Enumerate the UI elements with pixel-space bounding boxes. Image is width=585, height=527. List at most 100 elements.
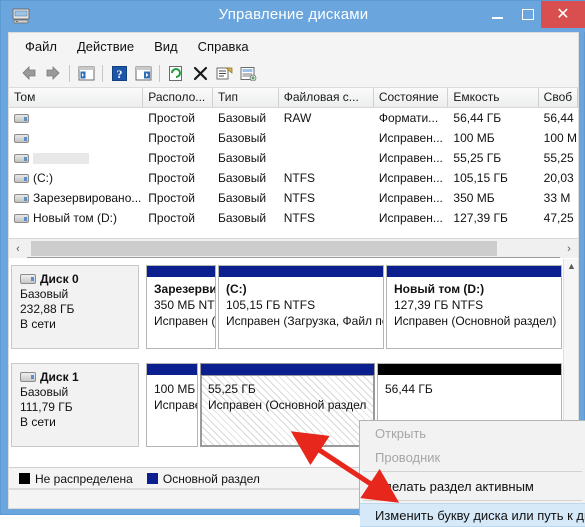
menu-help[interactable]: Справка: [188, 36, 259, 57]
menu-view[interactable]: Вид: [144, 36, 188, 57]
cell-status: Исправен...: [374, 211, 449, 225]
cell-type: Базовый: [213, 151, 279, 165]
table-row[interactable]: Зарезервировано... Простой Базовый NTFS …: [9, 188, 578, 208]
volume-icon: [14, 154, 29, 163]
back-icon[interactable]: [17, 62, 41, 84]
cell-filesystem: NTFS: [279, 171, 374, 185]
disk-label-0: Диск 0: [20, 272, 132, 286]
volume-icon: [14, 214, 29, 223]
volume-list-pane: Том Располо... Тип Файловая с... Состоян…: [9, 88, 578, 238]
partition-0-0[interactable]: Зарезервиро 350 МБ NTFS Исправен (С: [146, 265, 216, 349]
forward-icon[interactable]: [41, 62, 65, 84]
disk-info-0[interactable]: Диск 0 Базовый 232,88 ГБ В сети: [11, 265, 139, 349]
disk-icon: [20, 372, 36, 382]
delete-icon[interactable]: [188, 62, 212, 84]
cell-status: Исправен...: [374, 171, 449, 185]
cell-volume: Зарезервировано...: [33, 191, 141, 205]
volume-list-header: Том Располо... Тип Файловая с... Состоян…: [9, 88, 578, 108]
cell-layout: Простой: [143, 171, 213, 185]
column-header-capacity[interactable]: Емкость: [448, 88, 538, 107]
partition-size: 100 МБ: [154, 382, 191, 396]
partition-color-bar: [219, 266, 383, 277]
cell-capacity: 100 МБ: [448, 131, 538, 145]
context-menu-item-open: Открыть: [360, 421, 585, 445]
partition-1-0[interactable]: 100 МБ Исправен: [146, 363, 198, 447]
refresh-icon[interactable]: [164, 62, 188, 84]
disk-name: Диск 0: [40, 272, 79, 286]
menu-action[interactable]: Действие: [67, 36, 144, 57]
cell-layout: Простой: [143, 131, 213, 145]
help-icon[interactable]: ?: [107, 62, 131, 84]
toolbar-separator: [159, 65, 160, 82]
partition-color-bar: [387, 266, 561, 277]
legend-label-primary: Основной раздел: [163, 472, 260, 486]
cell-layout: Простой: [143, 151, 213, 165]
partition-name: Зарезервиро: [154, 282, 209, 296]
column-header-filesystem[interactable]: Файловая с...: [279, 88, 374, 107]
toolbar: ?: [8, 59, 579, 87]
menu-bar: Файл Действие Вид Справка: [8, 32, 579, 59]
svg-text:?: ?: [116, 67, 122, 81]
cell-free: 100 М: [539, 131, 578, 145]
volume-icon: [14, 134, 29, 143]
partition-0-2[interactable]: Новый том (D:) 127,39 ГБ NTFS Исправен (…: [386, 265, 562, 349]
column-header-free[interactable]: Своб: [539, 88, 578, 107]
close-button[interactable]: ✕: [541, 1, 585, 28]
disk-info-1[interactable]: Диск 1 Базовый 111,79 ГБ В сети: [11, 363, 139, 447]
table-row[interactable]: Простой Базовый Исправен... 100 МБ 100 М: [9, 128, 578, 148]
scroll-left-arrow-icon[interactable]: ‹: [9, 239, 27, 258]
partition-size: 105,15 ГБ NTFS: [226, 298, 377, 312]
properties-icon[interactable]: [212, 62, 236, 84]
cell-free: 47,25: [539, 211, 578, 225]
table-row[interactable]: Новый том (D:) Простой Базовый NTFS Испр…: [9, 208, 578, 228]
partition-color-bar: [201, 364, 374, 375]
partition-status: Исправен (Основной раздел): [394, 314, 555, 328]
partition-status: Исправен (Основной раздел: [208, 398, 368, 412]
menu-file[interactable]: Файл: [15, 36, 67, 57]
disk-name: Диск 1: [40, 370, 79, 384]
show-action-pane-icon[interactable]: [131, 62, 155, 84]
cell-volume: (C:): [33, 171, 53, 185]
partition-1-1[interactable]: 55,25 ГБ Исправен (Основной раздел: [200, 363, 375, 447]
cell-filesystem: NTFS: [279, 191, 374, 205]
scroll-right-arrow-icon[interactable]: ›: [560, 239, 578, 258]
cell-type: Базовый: [213, 111, 279, 125]
scroll-up-arrow-icon[interactable]: ▲: [564, 259, 579, 273]
table-row[interactable]: Простой Базовый RAW Формати... 56,44 ГБ …: [9, 108, 578, 128]
partition-0-1[interactable]: (C:) 105,15 ГБ NTFS Исправен (Загрузка, …: [218, 265, 384, 349]
column-header-layout[interactable]: Располо...: [143, 88, 213, 107]
column-header-status[interactable]: Состояние: [374, 88, 449, 107]
table-row[interactable]: Простой Базовый Исправен... 55,25 ГБ 55,…: [9, 148, 578, 168]
partition-color-bar: [147, 266, 215, 277]
volume-icon: [14, 114, 29, 123]
disk-type-0: Базовый: [20, 287, 132, 301]
cell-layout: Простой: [143, 211, 213, 225]
cell-status: Исправен...: [374, 151, 449, 165]
cell-volume: [33, 153, 89, 164]
cell-type: Базовый: [213, 211, 279, 225]
table-row[interactable]: (C:) Простой Базовый NTFS Исправен... 10…: [9, 168, 578, 188]
rescan-disks-icon[interactable]: [236, 62, 260, 84]
cell-free: 20,03: [539, 171, 578, 185]
legend-swatch-unallocated: [19, 473, 30, 484]
show-console-tree-icon[interactable]: [74, 62, 98, 84]
partition-size: 350 МБ NTFS: [154, 298, 209, 312]
partition-size: 127,39 ГБ NTFS: [394, 298, 555, 312]
column-header-type[interactable]: Тип: [213, 88, 279, 107]
cell-volume: Новый том (D:): [33, 211, 117, 225]
title-bar: Управление дисками ✕: [1, 1, 585, 32]
disk-state-1: В сети: [20, 415, 132, 429]
partition-size: 56,44 ГБ: [385, 382, 555, 396]
disk-icon: [20, 274, 36, 284]
context-menu-item-change-drive-letter[interactable]: Изменить букву диска или путь к ди: [360, 503, 585, 527]
cell-capacity: 56,44 ГБ: [448, 111, 538, 125]
column-header-volume[interactable]: Том: [9, 88, 143, 107]
horizontal-scrollbar[interactable]: ‹ ›: [9, 238, 578, 258]
context-menu-separator: [363, 500, 582, 501]
context-menu-item-mark-active[interactable]: Сделать раздел активным: [360, 474, 585, 498]
cell-capacity: 55,25 ГБ: [448, 151, 538, 165]
legend-swatch-primary: [147, 473, 158, 484]
scrollbar-thumb[interactable]: [31, 241, 497, 256]
partition-color-bar: [147, 364, 197, 375]
disk-size-1: 111,79 ГБ: [20, 400, 132, 414]
